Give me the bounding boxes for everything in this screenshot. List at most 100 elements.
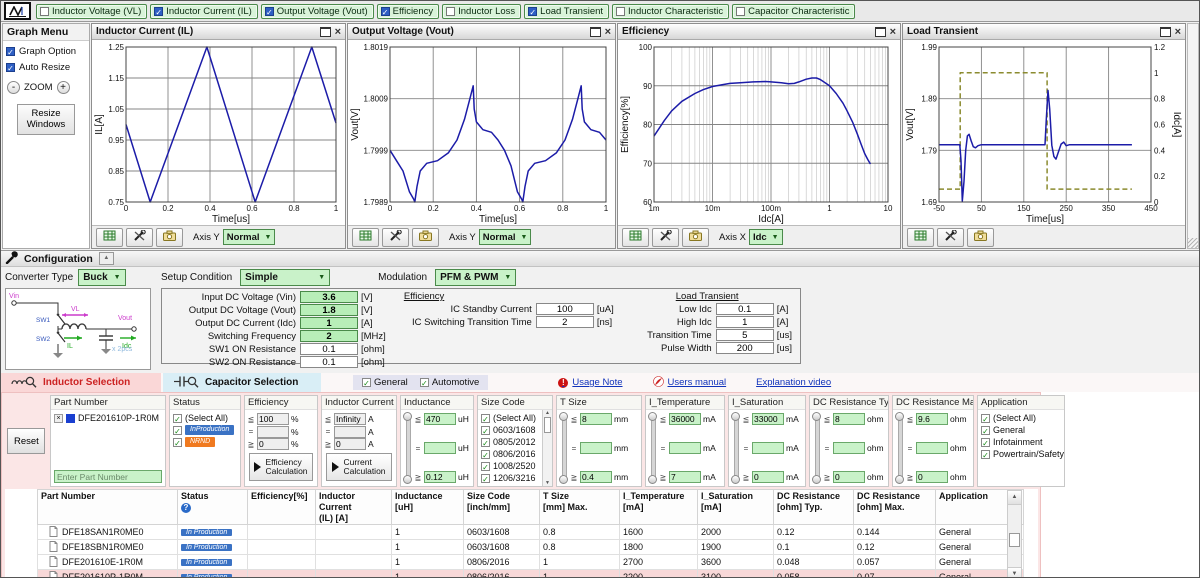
tools-button[interactable] [937,228,964,247]
scroll-up-button[interactable]: ▲ [1008,491,1021,505]
checkbox-efficiency[interactable]: ✓ [381,7,390,16]
param-input-switching-frequency[interactable] [300,330,358,342]
part-number-input[interactable] [54,470,162,483]
toggle-inductor-characteristic[interactable]: Inductor Characteristic [612,4,729,19]
param-input-input-dc-voltage-vin[interactable] [300,291,358,303]
column-header-status[interactable]: Status? [178,490,248,525]
scroll-down-icon[interactable]: ▼ [543,480,552,486]
filter-option-general[interactable]: ✓General [981,425,1061,435]
checkbox-inductor-characteristic[interactable] [616,7,625,16]
slider-handle-max[interactable] [731,412,740,421]
efficiency-min-input[interactable] [257,438,289,450]
checkbox-inductor-voltage-vl[interactable] [40,7,49,16]
slider-handle-min[interactable] [559,475,568,484]
param-input-output-dc-current-idc[interactable] [300,317,358,329]
toggle-inductor-loss[interactable]: Inductor Loss [442,4,521,19]
general-checkbox[interactable]: ✓General [362,377,408,388]
efficiency-max-input[interactable] [257,413,289,425]
inductance-max-input[interactable] [424,413,456,425]
snapshot-camera-button[interactable] [156,228,183,247]
toggle-output-voltage-vout[interactable]: ✓Output Voltage (Vout) [261,4,374,19]
checkbox-1206-3216[interactable]: ✓ [481,474,490,483]
toggle-inductor-current-il[interactable]: ✓Inductor Current (IL) [150,4,258,19]
column-header-inductance[interactable]: Inductance [uH] [392,490,464,525]
checkbox-auto-resize[interactable]: ✓ [6,63,15,72]
inductance-min-input[interactable] [424,471,456,483]
dc-resistance-max-max-input[interactable] [916,413,948,425]
efficiency-equal-input[interactable] [257,426,289,438]
slider-handle-max[interactable] [648,412,657,421]
column-header-efficiency[interactable]: Efficiency[%] [248,490,316,525]
collapse-configuration-button[interactable]: ▲ [99,252,114,265]
checkbox-1008-2520[interactable]: ✓ [481,462,490,471]
snapshot-camera-button[interactable] [967,228,994,247]
reset-button[interactable]: Reset [7,428,45,454]
filter-option-select-all[interactable]: ✓(Select All) [173,413,237,423]
tools-button[interactable] [126,228,153,247]
converter-type-select[interactable]: Buck▼ [78,269,125,286]
setup-condition-select[interactable]: Simple▼ [240,269,330,286]
slider-handle-max[interactable] [895,412,904,421]
filter-option-infotainment[interactable]: ✓Infotainment [981,437,1061,447]
snapshot-camera-button[interactable] [412,228,439,247]
document-icon[interactable] [49,571,58,578]
checkbox-inductor-current-il[interactable]: ✓ [154,7,163,16]
column-header-inductor-current[interactable]: Inductor Current (IL) [A] [316,490,392,525]
t-size-equal-input[interactable] [580,442,612,454]
checkbox-graph-option[interactable]: ✓ [6,47,15,56]
table-row[interactable]: DFE18SBN1R0ME0In Production10603/16080.8… [38,540,1024,555]
graph-menu-option-graph-option[interactable]: ✓Graph Option [3,41,89,57]
table-row[interactable]: DFE18SAN1R0ME0In Production10603/16080.8… [38,525,1024,540]
inductor-current-min-input[interactable] [334,438,366,450]
close-icon[interactable]: × [890,27,896,37]
checkbox-nrnd[interactable]: ✓ [173,438,182,447]
checkbox-output-voltage-vout[interactable]: ✓ [265,7,274,16]
dc-resistance-max-min-input[interactable] [916,471,948,483]
checkbox-inductor-loss[interactable] [446,7,455,16]
scroll-down-button[interactable]: ▼ [1008,567,1021,578]
maximize-icon[interactable] [590,27,601,37]
filter-option-powertrain-safety[interactable]: ✓Powertrain/Safety [981,449,1061,459]
tools-button[interactable] [652,228,679,247]
checkbox-select-all[interactable]: ✓ [981,414,990,423]
axis-select-efficiency[interactable]: Idc▼ [749,229,783,245]
checkbox-0806-2016[interactable]: ✓ [481,450,490,459]
dc-resistance-max-equal-input[interactable] [916,442,948,454]
table-export-button[interactable] [622,228,649,247]
dc-resistance-typ-equal-input[interactable] [833,442,865,454]
checkbox-general[interactable]: ✓ [981,426,990,435]
table-export-button[interactable] [96,228,123,247]
tools-button[interactable] [382,228,409,247]
param-input-ic-standby-current[interactable] [536,303,594,315]
help-icon[interactable]: ? [181,503,191,513]
column-header-dc-resistance[interactable]: DC Resistance [ohm] Typ. [774,490,854,525]
column-header-part-number[interactable]: Part Number [38,490,178,525]
remove-part-button[interactable]: × [54,414,63,423]
document-icon[interactable] [49,526,58,539]
automotive-checkbox[interactable]: ✓Automotive [420,377,480,388]
slider-handle-min[interactable] [812,475,821,484]
scroll-thumb[interactable] [1009,533,1020,547]
param-input-ic-switching-transition-time[interactable] [536,316,594,328]
toggle-capacitor-characteristic[interactable]: Capacitor Characteristic [732,4,855,19]
column-header-t-size[interactable]: T Size [mm] Max. [540,490,620,525]
maximize-icon[interactable] [320,27,331,37]
table-vertical-scrollbar[interactable]: ▲ ▼ [1007,490,1022,578]
t-size-min-input[interactable] [580,471,612,483]
close-icon[interactable]: × [335,27,341,37]
filter-option-nrnd[interactable]: ✓NRND [173,437,237,447]
param-input-output-dc-voltage-vout[interactable] [300,304,358,316]
efficiency-calculation-button[interactable]: EfficiencyCalculation [249,453,313,481]
modulation-select[interactable]: PFM & PWM▼ [435,269,516,286]
column-header-dc-resistance[interactable]: DC Resistance [ohm] Max. [854,490,936,525]
slider-handle-min[interactable] [648,475,657,484]
charts-vertical-scrollbar[interactable] [1187,23,1199,249]
document-icon[interactable] [49,556,58,569]
slider-handle-min[interactable] [403,475,412,484]
i-temperature-min-input[interactable] [669,471,701,483]
zoom-in-button[interactable]: + [57,81,70,94]
i-temperature-equal-input[interactable] [669,442,701,454]
column-header-size-code[interactable]: Size Code [inch/mm] [464,490,540,525]
table-row[interactable]: DFE201610P-1R0MIn Production10806/201612… [38,570,1024,578]
column-header-i-temperature[interactable]: I_Temperature [mA] [620,490,698,525]
